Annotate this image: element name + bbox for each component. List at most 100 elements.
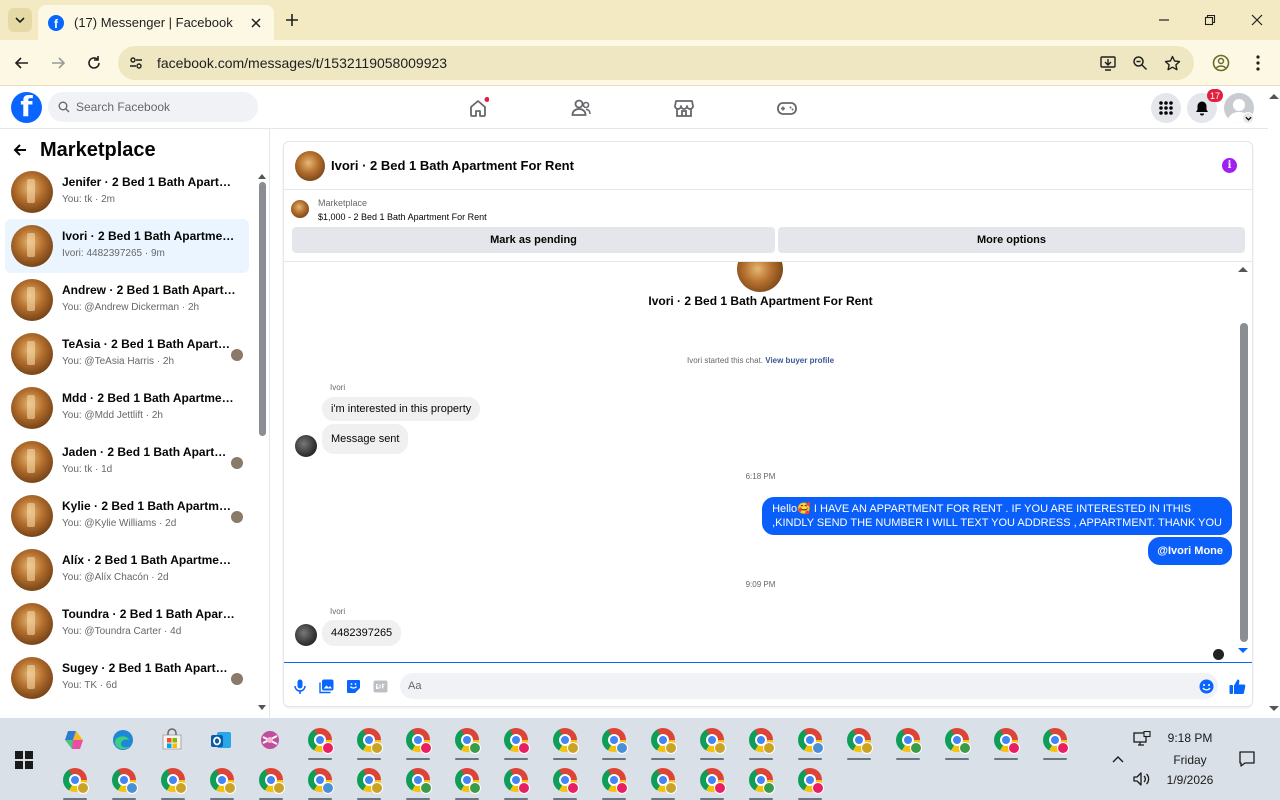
scroll-down-icon[interactable]	[258, 705, 266, 711]
forward-button[interactable]	[46, 51, 70, 75]
chrome-app[interactable]	[551, 766, 579, 800]
chrome-app[interactable]	[747, 766, 775, 800]
chrome-app[interactable]	[600, 766, 628, 800]
chat-list-item[interactable]: Andrew · 2 Bed 1 Bath Apartment For Rent…	[5, 273, 249, 327]
chrome-app[interactable]	[698, 766, 726, 800]
restore-window-button[interactable]	[1198, 8, 1222, 32]
scroll-down-icon[interactable]	[1269, 706, 1279, 712]
chrome-app[interactable]	[698, 726, 726, 760]
profile-button[interactable]	[1209, 51, 1233, 75]
info-icon[interactable]: i	[1222, 158, 1237, 173]
thread-scroll-thumb[interactable]	[1240, 323, 1248, 642]
menu-button[interactable]	[1151, 93, 1181, 123]
voice-clip-button[interactable]	[292, 678, 308, 694]
chrome-app[interactable]	[845, 726, 873, 760]
taskbar-clock-date[interactable]: 1/9/2026	[1160, 773, 1220, 787]
reload-button[interactable]	[82, 51, 106, 75]
chrome-app[interactable]	[502, 766, 530, 800]
conversation-title[interactable]: Ivori · 2 Bed 1 Bath Apartment For Rent	[331, 158, 574, 173]
facebook-logo-icon[interactable]: f	[11, 92, 42, 123]
send-like-button[interactable]	[1228, 677, 1246, 695]
site-info-button[interactable]	[126, 53, 146, 73]
chrome-app[interactable]	[404, 766, 432, 800]
volume-control[interactable]	[1133, 771, 1151, 787]
browser-menu-button[interactable]	[1246, 51, 1270, 75]
chrome-app[interactable]	[61, 766, 89, 800]
chrome-app[interactable]	[649, 726, 677, 760]
chrome-app[interactable]	[796, 766, 824, 800]
minimize-window-button[interactable]	[1152, 8, 1176, 32]
address-bar[interactable]: facebook.com/messages/t/1532119058009923	[118, 46, 1194, 80]
show-hidden-icons-button[interactable]	[1110, 751, 1126, 767]
chat-list-item[interactable]: Mdd · 2 Bed 1 Bath Apartment For Rent You…	[5, 381, 249, 435]
chrome-app[interactable]	[355, 766, 383, 800]
chrome-app[interactable]	[306, 726, 334, 760]
message-bubble-incoming[interactable]: Message sent	[322, 424, 409, 454]
chrome-app[interactable]	[796, 726, 824, 760]
emoji-button[interactable]	[1198, 678, 1214, 694]
chrome-app[interactable]	[992, 726, 1020, 760]
chrome-app[interactable]	[404, 726, 432, 760]
sidebar-scroll-thumb[interactable]	[259, 182, 266, 436]
chat-list-item[interactable]: Kylie · 2 Bed 1 Bath Apartment For Rent Y…	[5, 489, 249, 543]
chat-list-item[interactable]: Sugey · 2 Bed 1 Bath Apartment For Rent Y…	[5, 651, 249, 705]
outlook-app[interactable]	[207, 726, 235, 754]
chat-list-item[interactable]: Jaden · 2 Bed 1 Bath Apartment For Rent Y…	[5, 435, 249, 489]
search-input[interactable]	[76, 100, 246, 114]
chat-list-item[interactable]: Toundra · 2 Bed 1 Bath Apartment For Ren…	[5, 597, 249, 651]
chrome-app[interactable]	[1041, 726, 1069, 760]
browser-tab-active[interactable]: f (17) Messenger | Facebook	[38, 5, 274, 40]
nav-home[interactable]	[466, 96, 490, 120]
message-input-container[interactable]	[400, 673, 1218, 699]
sender-avatar[interactable]	[295, 435, 317, 457]
chat-list-item[interactable]: Ivori · 2 Bed 1 Bath Apartment For Rent I…	[5, 219, 249, 273]
account-chevron-icon[interactable]	[1242, 112, 1254, 124]
chrome-app[interactable]	[551, 726, 579, 760]
sender-avatar[interactable]	[295, 624, 317, 646]
listing-title[interactable]: $1,000 - 2 Bed 1 Bath Apartment For Rent	[318, 212, 487, 222]
mark-as-pending-button[interactable]: Mark as pending	[292, 227, 775, 253]
chrome-app[interactable]	[306, 766, 334, 800]
attach-photo-button[interactable]	[318, 678, 334, 694]
chrome-app[interactable]	[502, 726, 530, 760]
chrome-app[interactable]	[453, 766, 481, 800]
scroll-up-icon[interactable]	[258, 173, 266, 179]
message-bubble-outgoing-mention[interactable]: @Ivori Mone	[1148, 537, 1232, 565]
chat-list-item[interactable]: Alíx · 2 Bed 1 Bath Apartment For Rent Yo…	[5, 543, 249, 597]
more-options-button[interactable]: More options	[778, 227, 1245, 253]
chat-list-item[interactable]: TeAsia · 2 Bed 1 Bath Apartment For Rent…	[5, 327, 249, 381]
message-bubble-outgoing[interactable]: Hello🥰 I HAVE AN APPARTMENT FOR RENT . I…	[762, 497, 1232, 535]
chrome-app[interactable]	[649, 766, 677, 800]
install-app-button[interactable]	[1098, 53, 1118, 73]
thread-scroll-down-button[interactable]	[1237, 646, 1249, 656]
gif-button[interactable]	[372, 678, 388, 694]
chrome-app[interactable]	[208, 766, 236, 800]
new-tab-button[interactable]	[282, 10, 302, 30]
microsoft-store-app[interactable]	[158, 726, 186, 754]
nav-friends[interactable]	[569, 96, 593, 120]
bookmark-button[interactable]	[1162, 53, 1182, 73]
chrome-app[interactable]	[355, 726, 383, 760]
taskbar-clock-day[interactable]: Friday	[1160, 753, 1220, 767]
edge-app[interactable]	[109, 726, 137, 754]
chrome-app[interactable]	[943, 726, 971, 760]
notification-center-button[interactable]	[1238, 750, 1256, 768]
taskbar-clock-time[interactable]: 9:18 PM	[1160, 731, 1220, 745]
nav-gaming[interactable]	[775, 96, 799, 120]
view-buyer-profile-link[interactable]: View buyer profile	[765, 356, 834, 365]
tab-search-dropdown-button[interactable]	[8, 8, 32, 32]
zoom-button[interactable]	[1130, 53, 1150, 73]
message-bubble-incoming[interactable]: i'm interested in this property	[322, 397, 481, 421]
back-button[interactable]	[10, 51, 34, 75]
chat-list-item[interactable]: Jenifer · 2 Bed 1 Bath Apartment For Ren…	[5, 165, 249, 219]
network-status[interactable]	[1133, 731, 1151, 747]
back-arrow-icon[interactable]	[12, 142, 28, 158]
chrome-app[interactable]	[453, 726, 481, 760]
message-input[interactable]	[408, 680, 1188, 692]
conversation-avatar[interactable]	[295, 151, 325, 181]
chrome-app[interactable]	[257, 766, 285, 800]
windows-start-button[interactable]	[15, 751, 33, 769]
copilot-app[interactable]	[60, 726, 88, 754]
message-bubble-incoming[interactable]: 4482397265	[322, 620, 402, 646]
scroll-up-icon[interactable]	[1269, 93, 1279, 99]
